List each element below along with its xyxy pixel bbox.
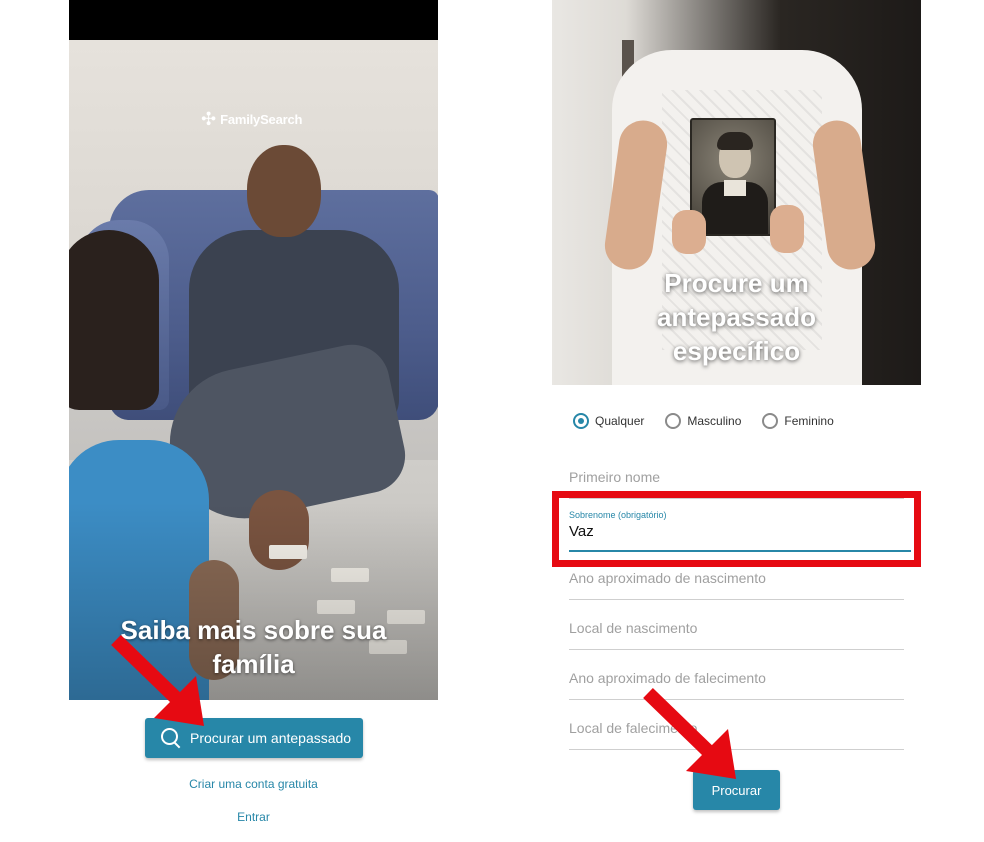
gender-option-any[interactable]: Qualquer	[573, 413, 644, 429]
search-ancestor-button-label: Procurar um antepassado	[190, 730, 352, 746]
gender-option-label: Qualquer	[595, 414, 645, 428]
hero-title-line: Procure um	[664, 268, 809, 298]
status-bar	[69, 0, 438, 40]
search-ancestor-button[interactable]: Procurar um antepassado	[145, 718, 363, 758]
hero-title-line: antepassado	[657, 302, 816, 332]
surname-field[interactable]: Sobrenome (obrigatório) Vaz	[569, 510, 911, 552]
gender-option-label: Masculino	[687, 414, 742, 428]
hero-title-line: específico	[672, 336, 801, 366]
radio-button-checked[interactable]	[573, 413, 589, 429]
surname-label: Sobrenome (obrigatório)	[569, 510, 667, 520]
familysearch-tree-icon: ✣	[201, 109, 217, 129]
login-link[interactable]: Entrar	[69, 810, 438, 824]
hero-hand-right	[770, 205, 804, 253]
death-place-field[interactable]: Local de falecimento	[569, 716, 904, 750]
search-icon	[160, 727, 182, 749]
gender-radio-group: Qualquer Masculino Feminino	[573, 413, 855, 429]
familysearch-logo-text: FamilySearch	[220, 111, 303, 127]
familysearch-logo: ✣ FamilySearch	[201, 110, 302, 128]
first-name-placeholder: Primeiro nome	[569, 469, 661, 485]
photo-collar	[724, 180, 746, 196]
hero-image-family: ✣ FamilySearch	[69, 40, 438, 700]
birth-place-field[interactable]: Local de nascimento	[569, 616, 904, 650]
gender-option-male[interactable]: Masculino	[665, 413, 741, 429]
gender-option-female[interactable]: Feminino	[762, 413, 834, 429]
hero-title: Procure um antepassado específico	[552, 266, 921, 368]
hero-title-line: Saiba mais sobre sua	[120, 615, 387, 645]
birth-place-placeholder: Local de nascimento	[569, 620, 698, 636]
photo-hair	[717, 132, 753, 150]
hero-image-ancestor-photo: Procure um antepassado específico	[552, 0, 921, 385]
search-submit-button[interactable]: Procurar	[693, 770, 780, 810]
hero-hand-left	[672, 210, 706, 254]
hero-title: Saiba mais sobre sua família	[69, 613, 438, 681]
hero-shade	[69, 40, 438, 700]
left-phone-screen: ✣ FamilySearch Saiba mais sobre sua famí…	[69, 0, 438, 842]
hero-title-line: família	[212, 649, 295, 679]
birth-year-placeholder: Ano aproximado de nascimento	[569, 570, 766, 586]
gender-option-label: Feminino	[784, 414, 834, 428]
death-year-field[interactable]: Ano aproximado de falecimento	[569, 666, 904, 700]
surname-highlight-box: Sobrenome (obrigatório) Vaz	[552, 491, 921, 567]
surname-value: Vaz	[569, 523, 594, 540]
death-year-placeholder: Ano aproximado de falecimento	[569, 670, 766, 686]
radio-button[interactable]	[762, 413, 779, 429]
death-place-placeholder: Local de falecimento	[569, 720, 698, 736]
right-phone-screen: Procure um antepassado específico Qualqu…	[552, 0, 921, 842]
create-account-link[interactable]: Criar uma conta gratuita	[69, 777, 438, 791]
radio-button[interactable]	[665, 413, 682, 429]
birth-year-field[interactable]: Ano aproximado de nascimento	[569, 566, 904, 600]
